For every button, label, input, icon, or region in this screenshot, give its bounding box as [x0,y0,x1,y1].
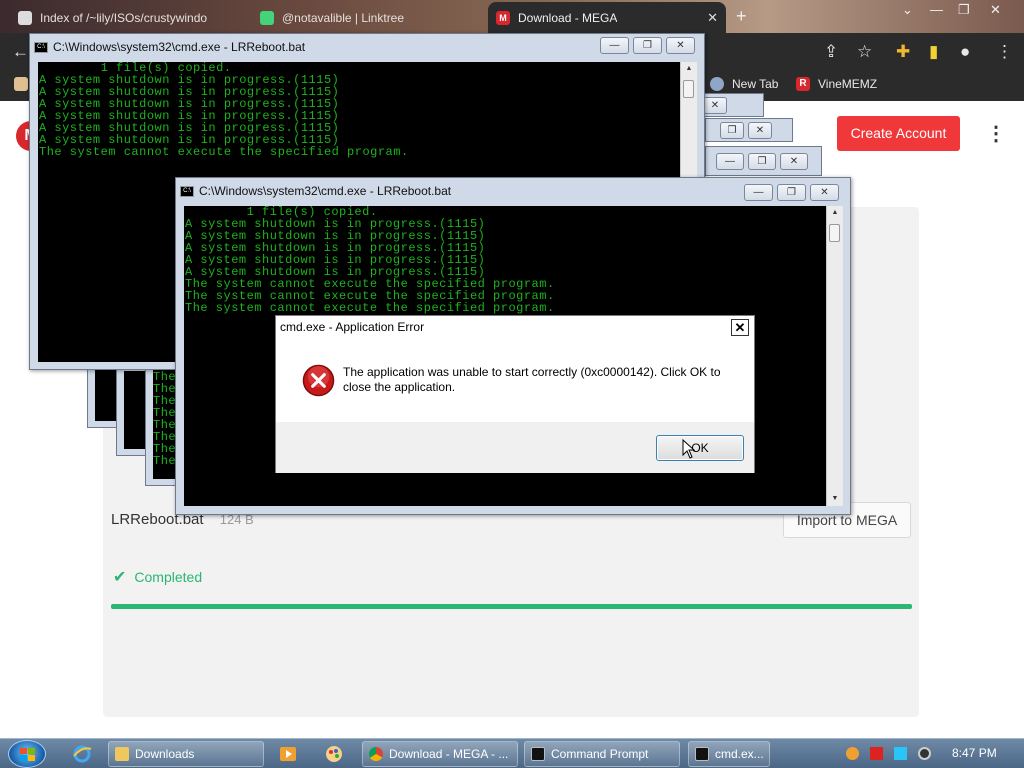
chevron-down-icon[interactable]: ⌄ [902,2,913,18]
error-x-icon [302,364,335,397]
progress-fill [111,604,912,609]
minimize-icon[interactable]: — [744,184,773,201]
profile-icon[interactable]: ● [960,42,970,62]
download-progress-bar [111,604,912,609]
task-chrome-mega[interactable]: Download - MEGA - ... [362,741,518,767]
bookmark-label: New Tab [732,77,779,91]
media-player-icon[interactable] [278,744,298,764]
share-icon[interactable]: ⇪ [824,42,838,62]
ok-button[interactable]: OK [656,435,744,461]
restore-icon[interactable]: ❐ [777,184,806,201]
application-error-dialog[interactable]: cmd.exe - Application Error ✕ The applic… [275,315,755,473]
volume-tray-icon[interactable] [918,747,931,760]
tab-index-of-isos[interactable]: Index of /~lily/ISOs/crustywindo [10,2,246,33]
scroll-down-icon[interactable]: ▼ [827,492,843,506]
restore-icon[interactable]: ❐ [720,122,744,139]
clock[interactable]: 8:47 PM [952,746,997,760]
task-label: Download - MEGA - ... [389,747,509,761]
tab-label: @notavalible | Linktree [282,10,405,25]
scrollbar[interactable]: ▲ ▼ [826,206,843,506]
arrow-left-icon[interactable]: ← [12,42,29,62]
task-label: Command Prompt [551,747,649,761]
cmd-window-stub[interactable]: ❐ ✕ [705,118,793,142]
flag-tray-icon[interactable] [870,747,883,760]
kebab-icon[interactable]: ⋮ [996,42,1013,62]
tab-label: Index of /~lily/ISOs/crustywindo [40,10,208,25]
mouse-cursor-icon [682,439,696,459]
dialog-footer: OK [276,422,754,473]
bookmark-new-tab[interactable]: New Tab [710,77,778,91]
task-label: cmd.ex... [715,747,764,761]
task-cmd[interactable]: cmd.ex... [688,741,770,767]
minimize-icon[interactable]: — [600,37,629,54]
cmd-window-stub[interactable]: — ❐ ✕ [705,146,822,176]
sidepanel-icon[interactable]: ▮ [929,42,938,62]
globe-icon [710,77,724,91]
page-menu-icon[interactable]: ⋮ [986,121,1006,146]
restore-icon[interactable]: ❐ [748,153,776,170]
windows-flag-icon [20,748,35,761]
download-status: ✔ Completed [113,567,202,587]
bookmark-label: VineMEMZ [818,77,878,91]
mega-favicon-icon: M [496,10,510,25]
monitor-tray-icon[interactable] [894,747,907,760]
task-label: Downloads [135,747,195,761]
cmd-icon: C:\ [180,185,194,197]
browser-tab-strip: Index of /~lily/ISOs/crustywindo @notava… [0,0,1024,33]
cmd-icon: C:\ [34,41,48,53]
scroll-up-icon[interactable]: ▲ [681,62,697,76]
scroll-thumb[interactable] [829,224,840,242]
close-icon[interactable]: ✕ [780,153,808,170]
windows-taskbar: Downloads Download - MEGA - ... Command … [0,738,1024,768]
close-icon[interactable]: ✕ [731,319,749,336]
cmd-icon [531,747,545,761]
close-window-icon[interactable]: ✕ [990,2,1001,18]
create-account-button[interactable]: Create Account [837,116,960,151]
dialog-title: cmd.exe - Application Error [280,320,425,334]
cmd-line: The system cannot execute the specified … [185,301,555,315]
cmd-line: The system cannot execute the specified … [39,145,409,159]
cmd-title: C:\Windows\system32\cmd.exe - LRReboot.b… [53,40,306,54]
chrome-icon [369,747,383,761]
close-icon[interactable]: ✕ [666,37,695,54]
vinememz-icon: R [796,77,810,91]
start-button[interactable] [8,740,46,768]
close-icon[interactable]: ✕ [748,122,772,139]
cmd-title: C:\Windows\system32\cmd.exe - LRReboot.b… [199,184,452,198]
minimize-icon[interactable]: — [716,153,744,170]
puzzle-icon[interactable]: ✚ [896,42,910,62]
cmd-icon [695,747,709,761]
task-command-prompt[interactable]: Command Prompt [524,741,680,767]
error-message: The application was unable to start corr… [343,365,721,394]
tab-favicon-icon [18,10,32,25]
close-icon[interactable]: ✕ [703,97,727,114]
minimize-icon[interactable]: — [930,2,943,17]
star-icon[interactable]: ☆ [857,42,872,62]
new-tab-plus-icon[interactable]: + [736,6,747,27]
checkmark-icon: ✔ [113,569,127,586]
close-icon[interactable]: ✕ [810,184,839,201]
internet-explorer-icon[interactable] [72,744,92,764]
restore-icon[interactable]: ❐ [633,37,662,54]
status-label: Completed [134,569,203,585]
scroll-up-icon[interactable]: ▲ [827,206,843,220]
tab-linktree[interactable]: @notavalible | Linktree [252,2,484,33]
restore-icon[interactable]: ❐ [958,2,970,18]
cmd-titlebar: C:\ C:\Windows\system32\cmd.exe - LRRebo… [180,182,451,200]
apps-icon [14,77,28,91]
tab-label: Download - MEGA [518,10,618,25]
cmd-titlebar: C:\ C:\Windows\system32\cmd.exe - LRRebo… [34,38,305,56]
cmd-window-stub[interactable]: ✕ [700,93,764,117]
dialog-content: The application was unable to start corr… [276,338,754,422]
search-tray-icon[interactable] [846,747,859,760]
task-downloads[interactable]: Downloads [108,741,264,767]
linktree-favicon-icon [260,10,274,25]
tab-mega-download[interactable]: M Download - MEGA ✕ [488,2,726,33]
close-icon[interactable]: ✕ [701,10,718,26]
folder-icon [115,747,129,761]
paint-icon[interactable] [324,744,344,764]
scroll-thumb[interactable] [683,80,694,98]
bookmark-vinememz[interactable]: R VineMEMZ [796,77,877,91]
